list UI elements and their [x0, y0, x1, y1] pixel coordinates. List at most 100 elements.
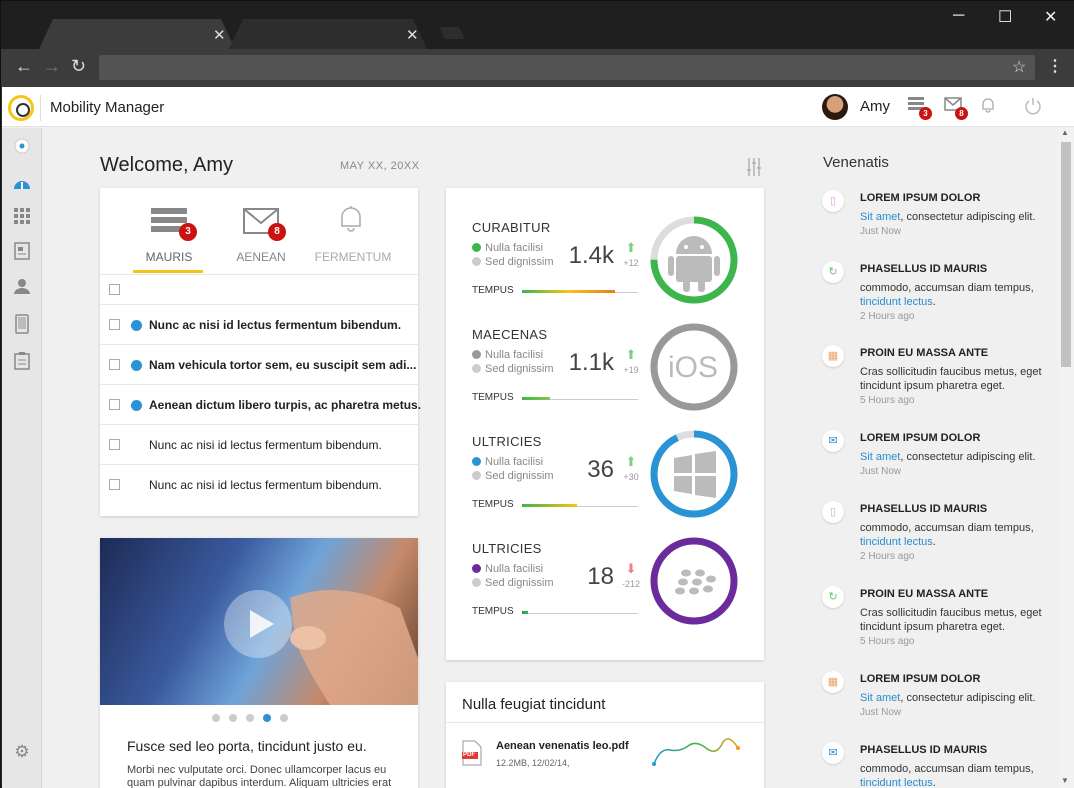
tab-fermentum[interactable]: FERMENTUM	[313, 250, 393, 264]
stat-block[interactable]: ULTRICIES Nulla facilisi Sed dignissim 36 ⬆ +…	[446, 422, 764, 529]
list-item[interactable]: Aenean dictum libero turpis, ac pharetra…	[100, 384, 422, 424]
feed-body: Sit amet, consectetur adipiscing elit.	[860, 210, 1050, 224]
feed-text: commodo, accumsan diam tempus,	[860, 763, 1034, 775]
feed-time: Just Now	[860, 226, 902, 237]
trend-up-icon: ⬆	[625, 454, 637, 469]
sidebar-home-icon[interactable]	[12, 138, 32, 158]
sidebar-users-icon[interactable]	[12, 278, 32, 298]
stat-block[interactable]: MAECENAS Nulla facilisi Sed dignissim 1.1k ⬆…	[446, 315, 764, 422]
tempus-bar	[522, 397, 550, 400]
list-item[interactable]: Nunc ac nisi id lectus fermentum bibendu…	[100, 424, 418, 464]
sync-icon: ↻	[822, 586, 844, 608]
carousel-dot[interactable]	[212, 714, 220, 722]
select-all-checkbox[interactable]	[109, 284, 120, 295]
sidebar-devices-icon[interactable]	[12, 314, 32, 334]
feed-link[interactable]: Sit amet	[860, 692, 900, 704]
android-os-ring	[650, 216, 738, 304]
tab-mauris[interactable]: MAURIS	[129, 250, 209, 264]
reload-icon[interactable]: ↻	[71, 56, 86, 77]
row-checkbox[interactable]	[109, 439, 120, 450]
header-divider	[40, 95, 41, 121]
feed-link[interactable]: tincidunt lectus	[860, 296, 933, 308]
row-checkbox[interactable]	[109, 319, 120, 330]
feed-title: Venenatis	[823, 154, 889, 171]
carousel-dots	[212, 714, 302, 724]
sidebar-clipboard-icon[interactable]	[12, 352, 32, 372]
scrollbar-thumb[interactable]	[1061, 142, 1071, 367]
scroll-down-arrow-icon[interactable]: ▼	[1061, 776, 1069, 785]
list-item[interactable]: Nunc ac nisi id lectus fermentum bibendu…	[100, 464, 418, 504]
feed-link[interactable]: tincidunt lectus	[860, 536, 933, 548]
minimize-icon[interactable]: ─	[953, 7, 964, 25]
calendar-icon: ▦	[822, 345, 844, 367]
tab-aenean[interactable]: AENEAN	[221, 250, 301, 264]
feed-link[interactable]: Sit amet	[860, 211, 900, 223]
file-name[interactable]: Aenean venenatis leo.pdf	[496, 740, 629, 752]
list-item[interactable]: Nunc ac nisi id lectus fermentum bibendu…	[100, 304, 418, 344]
close-window-icon[interactable]: ✕	[1044, 7, 1057, 27]
carousel-dot[interactable]	[246, 714, 254, 722]
feed-body: Cras sollicitudin faucibus metus, eget t…	[860, 365, 1050, 393]
feed-text: commodo, accumsan diam tempus,	[860, 282, 1034, 294]
filter-settings-icon[interactable]	[746, 158, 762, 181]
date-label: MAY XX, 20XX	[340, 160, 420, 172]
unread-dot	[131, 400, 142, 411]
trend-up-icon: ⬆	[625, 347, 637, 362]
tempus-track	[522, 613, 638, 614]
settings-gear-icon[interactable]: ⚙	[12, 742, 32, 762]
scrollbar[interactable]: ▲ ▼	[1058, 128, 1074, 788]
row-checkbox[interactable]	[109, 399, 120, 410]
tempus-label: TEMPUS	[472, 285, 514, 296]
legend-dot	[472, 564, 481, 573]
carousel-dot[interactable]	[229, 714, 237, 722]
tab-close-icon[interactable]: ✕	[213, 26, 226, 44]
sidebar-apps-grid-icon[interactable]	[12, 208, 32, 228]
stat-block[interactable]: CURABITUR Nulla facilisi Sed dignissim 1.4k…	[446, 208, 764, 315]
row-checkbox[interactable]	[109, 359, 120, 370]
sidebar-reports-icon[interactable]	[12, 242, 32, 262]
tempus-bar	[522, 290, 615, 293]
feed-heading: PROIN EU MASSA ANTE	[860, 347, 989, 359]
list-item[interactable]: Nam vehicula tortor sem, eu suscipit sem…	[100, 344, 418, 384]
avatar[interactable]	[822, 94, 848, 120]
stat-value: 36	[587, 456, 614, 483]
feed-link[interactable]: tincidunt lectus	[860, 777, 933, 788]
power-icon[interactable]	[1024, 97, 1042, 120]
tab-badge: 3	[179, 223, 197, 241]
pdf-file-icon: PDF	[462, 740, 482, 766]
row-checkbox[interactable]	[109, 479, 120, 490]
message-subject: Aenean dictum libero turpis, ac pharetra…	[149, 398, 422, 412]
legend-dot	[472, 457, 481, 466]
play-button[interactable]	[224, 590, 292, 658]
unread-dot	[131, 320, 142, 331]
app-viewport: Mobility Manager Amy 3 8 ⚙ Welcome, Amy …	[2, 87, 1074, 788]
video-thumbnail[interactable]	[100, 538, 418, 705]
legend-dot	[472, 364, 481, 373]
tab-close-icon[interactable]: ✕	[406, 26, 419, 44]
phone-icon: ▯	[822, 190, 844, 212]
tab-badge: 8	[268, 223, 286, 241]
back-arrow-icon[interactable]: ←	[15, 56, 33, 77]
user-name[interactable]: Amy	[860, 98, 890, 115]
carousel-dot-active[interactable]	[263, 714, 271, 722]
bookmark-star-icon[interactable]: ☆	[1012, 57, 1026, 77]
file-meta: 12.2MB, 12/02/14,	[496, 758, 570, 768]
address-bar[interactable]	[99, 55, 1035, 80]
browser-tab-inactive[interactable]	[229, 19, 427, 49]
browser-menu-icon[interactable]: ⋮	[1047, 56, 1063, 76]
tempus-label: TEMPUS	[472, 392, 514, 403]
trend-up-icon: ⬆	[625, 240, 637, 255]
feed-time: 5 Hours ago	[860, 395, 915, 406]
forward-arrow-icon[interactable]: →	[43, 56, 61, 77]
carousel-dot[interactable]	[280, 714, 288, 722]
sidebar-dashboard-icon[interactable]	[12, 175, 32, 195]
browser-tab-active[interactable]	[39, 19, 235, 49]
app-logo-icon[interactable]	[8, 95, 34, 121]
tempus-label: TEMPUS	[472, 499, 514, 510]
maximize-icon[interactable]: ☐	[998, 7, 1012, 27]
bell-icon[interactable]	[980, 97, 996, 118]
feed-link[interactable]: Sit amet	[860, 451, 900, 463]
calendar-icon: ▦	[822, 671, 844, 693]
scroll-up-arrow-icon[interactable]: ▲	[1061, 128, 1069, 137]
stat-block[interactable]: ULTRICIES Nulla facilisi Sed dignissim 18 ⬇ -…	[446, 529, 764, 636]
